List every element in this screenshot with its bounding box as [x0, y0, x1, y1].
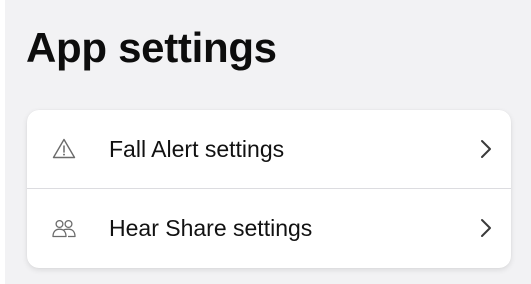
page-title: App settings — [26, 24, 277, 71]
chevron-right-icon — [479, 138, 493, 160]
hear-share-settings-label: Hear Share settings — [109, 214, 313, 241]
people-icon — [51, 215, 77, 241]
hear-share-settings-row[interactable]: Hear Share settings — [27, 188, 511, 267]
warning-triangle-icon — [51, 136, 77, 162]
settings-list: Fall Alert settings Hear Share settings — [27, 110, 511, 268]
chevron-right-icon — [479, 217, 493, 239]
fall-alert-settings-row[interactable]: Fall Alert settings — [27, 110, 511, 188]
app-settings-screen: App settings Fall Alert settings Hear Sh… — [5, 0, 531, 284]
fall-alert-settings-label: Fall Alert settings — [109, 135, 285, 162]
